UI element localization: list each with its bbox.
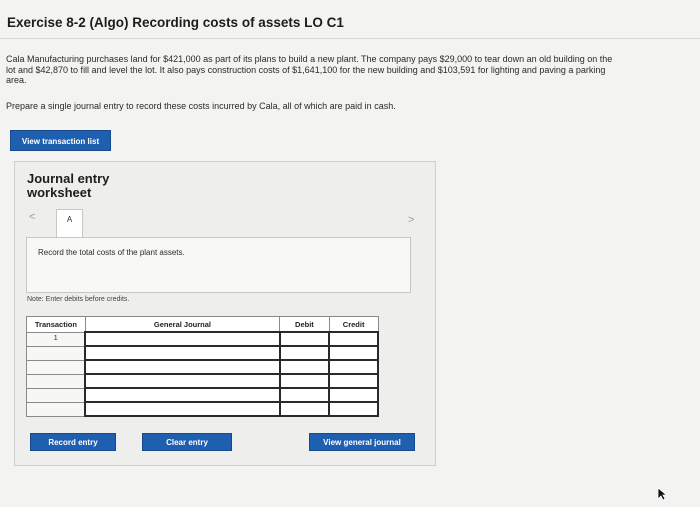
view-transaction-list-button[interactable]: View transaction list xyxy=(10,130,111,151)
instruction-box: Record the total costs of the plant asse… xyxy=(26,237,411,293)
col-transaction: Transaction xyxy=(26,316,86,333)
chevron-left-icon[interactable]: < xyxy=(29,211,35,223)
problem-prompt: Prepare a single journal entry to record… xyxy=(6,101,396,111)
col-credit: Credit xyxy=(328,316,379,333)
transaction-cell xyxy=(26,373,86,389)
credit-input[interactable] xyxy=(328,359,379,375)
debit-input[interactable] xyxy=(278,387,331,403)
table-row xyxy=(26,373,379,389)
table-row xyxy=(26,387,379,403)
debit-input[interactable] xyxy=(278,401,331,417)
account-select[interactable] xyxy=(84,373,281,389)
debit-input[interactable] xyxy=(278,331,331,347)
tab-a[interactable]: A xyxy=(56,209,83,237)
account-select[interactable] xyxy=(84,401,281,417)
table-row: 1 xyxy=(26,331,379,347)
credit-input[interactable] xyxy=(328,373,379,389)
transaction-cell: 1 xyxy=(26,331,86,347)
transaction-cell xyxy=(26,387,86,403)
problem-text: Cala Manufacturing purchases land for $4… xyxy=(6,54,613,85)
transaction-cell xyxy=(26,359,86,375)
header-divider xyxy=(0,38,700,39)
mouse-pointer-icon xyxy=(657,487,667,501)
instruction-text: Record the total costs of the plant asse… xyxy=(38,248,185,257)
table-row xyxy=(26,359,379,375)
debit-input[interactable] xyxy=(278,373,331,389)
credit-input[interactable] xyxy=(328,387,379,403)
col-general-journal: General Journal xyxy=(84,316,281,333)
col-debit: Debit xyxy=(279,316,330,333)
transaction-cell xyxy=(26,345,86,361)
account-select[interactable] xyxy=(84,387,281,403)
debit-credit-note: Note: Enter debits before credits. xyxy=(27,296,130,303)
record-entry-button[interactable]: Record entry xyxy=(30,433,116,451)
clear-entry-button[interactable]: Clear entry xyxy=(142,433,232,451)
account-select[interactable] xyxy=(84,345,281,361)
journal-table: Transaction General Journal Debit Credit… xyxy=(26,316,379,417)
credit-input[interactable] xyxy=(328,401,379,417)
journal-header-row: Transaction General Journal Debit Credit xyxy=(26,316,379,333)
worksheet-title: Journal entry worksheet xyxy=(27,171,110,200)
account-select[interactable] xyxy=(84,331,281,347)
debit-input[interactable] xyxy=(278,345,331,361)
credit-input[interactable] xyxy=(328,345,379,361)
transaction-cell xyxy=(26,401,86,417)
table-row xyxy=(26,345,379,361)
journal-entry-worksheet: Journal entry worksheet < A > Record the… xyxy=(14,161,436,466)
account-select[interactable] xyxy=(84,359,281,375)
exercise-title: Exercise 8-2 (Algo) Recording costs of a… xyxy=(7,15,344,30)
chevron-right-icon[interactable]: > xyxy=(408,214,414,226)
view-general-journal-button[interactable]: View general journal xyxy=(309,433,415,451)
credit-input[interactable] xyxy=(328,331,379,347)
debit-input[interactable] xyxy=(278,359,331,375)
table-row xyxy=(26,401,379,417)
